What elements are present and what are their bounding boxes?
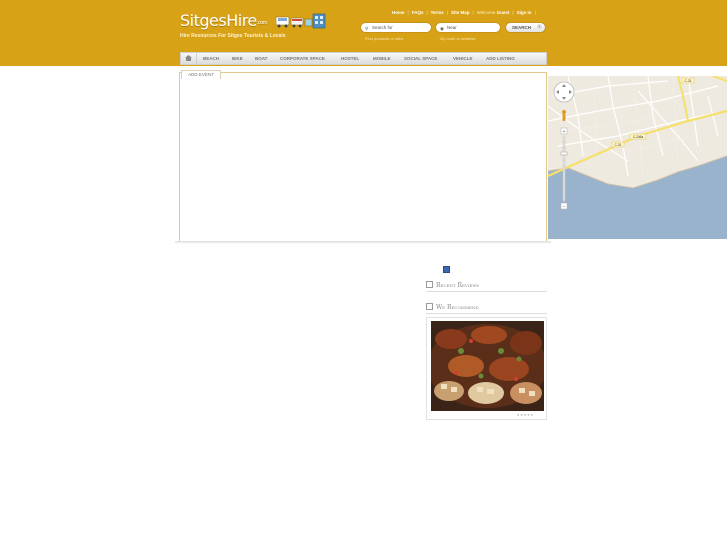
guest-name: Guest xyxy=(496,10,510,15)
map-road-label-1: C-246a xyxy=(633,135,644,139)
main-nav: BEACH BIKE BOAT CORPORATE SPACE HOSTEL M… xyxy=(180,52,547,65)
search-button[interactable]: SEARCH › xyxy=(505,22,546,33)
site-tagline: Hire Resources For Sitges Tourists & Loc… xyxy=(180,33,286,39)
vehicle-icons xyxy=(276,13,326,29)
faqs-link[interactable]: FAQs xyxy=(412,10,424,15)
nav-item-bike[interactable]: BIKE xyxy=(232,53,243,64)
nav-item-social-space[interactable]: SOCIAL SPACE xyxy=(404,53,437,64)
facebook-icon[interactable] xyxy=(443,266,450,273)
map-road-label-2: C-31 xyxy=(685,79,692,83)
street-view-pegman-icon[interactable] xyxy=(562,110,566,121)
search-near-hint: Zip code or address xyxy=(440,36,476,41)
nav-item-vehicle[interactable]: VEHICLE xyxy=(453,53,473,64)
nav-item-beach[interactable]: BEACH xyxy=(203,53,219,64)
site-logo[interactable]: SitgesHire.com xyxy=(180,11,268,30)
search-for-hint: Find products or sites xyxy=(365,36,404,41)
home-icon xyxy=(185,55,192,61)
logo-text: SitgesHire xyxy=(180,11,257,30)
recommend-icon xyxy=(426,303,433,310)
home-link[interactable]: Home xyxy=(392,10,405,15)
logo-suffix: .com xyxy=(256,20,268,26)
recommend-photo[interactable] xyxy=(431,321,544,411)
search-for-input[interactable]: ⚲ Search for xyxy=(360,22,432,33)
food-platter-image xyxy=(431,321,544,411)
arrow-right-icon: › xyxy=(537,24,542,29)
sitemap-link[interactable]: Site Map xyxy=(451,10,470,15)
svg-text:−: − xyxy=(563,204,566,210)
svg-text:+: + xyxy=(563,129,566,135)
widget-divider xyxy=(426,313,547,314)
panel-shadow xyxy=(175,241,551,244)
nav-item-add-listing[interactable]: ADD LISTING xyxy=(486,53,515,64)
nav-item-hostel[interactable]: HOSTEL xyxy=(341,53,359,64)
map-road-label-0: C-31 xyxy=(615,143,622,147)
nav-item-mobile[interactable]: MOBILE xyxy=(373,53,391,64)
search-icon: ⚲ xyxy=(365,26,369,31)
terms-link[interactable]: Terms xyxy=(431,10,444,15)
top-links: Home | FAQs | Terms | Site Map | Welcome Guest | S… xyxy=(392,10,536,15)
recent-reviews-label: Recent Reviews xyxy=(436,282,480,289)
reviews-icon xyxy=(426,281,433,288)
tab-add-event[interactable]: ADD EVENT xyxy=(181,70,221,79)
location-pin-icon: ◉ xyxy=(440,26,444,31)
search-button-label: SEARCH xyxy=(512,25,532,30)
map-pan-control[interactable] xyxy=(553,81,575,103)
nav-home-button[interactable] xyxy=(181,53,197,64)
event-panel xyxy=(179,72,547,242)
widget-divider xyxy=(426,291,547,292)
we-recommend-label: We Recommend xyxy=(436,304,479,311)
nav-item-boat[interactable]: BOAT xyxy=(255,53,267,64)
search-for-placeholder: Search for xyxy=(372,25,393,30)
nav-item-corporate-space[interactable]: CORPORATE SPACE xyxy=(280,53,325,64)
map-canvas: C-246a C-31 C-31 + − xyxy=(548,76,727,239)
welcome-text: Welcome xyxy=(476,10,496,15)
search-near-input[interactable]: ◉ Near xyxy=(435,22,501,33)
widget-recent-reviews-title: Recent Reviews xyxy=(426,281,479,289)
search-near-placeholder: Near xyxy=(447,25,457,30)
slideshow-dots[interactable]: ●●●●● xyxy=(517,412,534,417)
widget-we-recommend-title: We Recommend xyxy=(426,303,479,311)
signin-link[interactable]: Sign In xyxy=(517,10,532,15)
location-map[interactable]: C-246a C-31 C-31 + − xyxy=(548,76,727,239)
